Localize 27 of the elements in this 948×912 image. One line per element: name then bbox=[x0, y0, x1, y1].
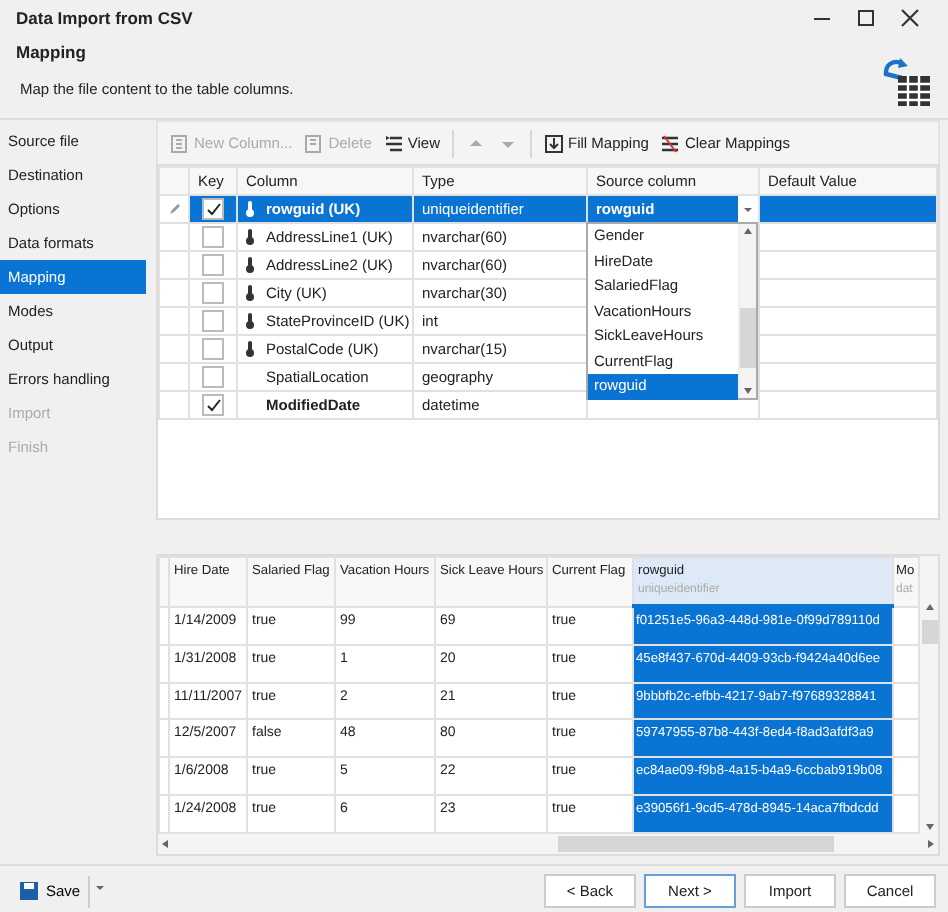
key-checkbox[interactable] bbox=[202, 198, 224, 221]
key-checkbox[interactable] bbox=[202, 310, 224, 333]
key-checkbox[interactable] bbox=[202, 338, 224, 361]
scroll-right-icon bbox=[922, 838, 938, 850]
scrollbar-thumb[interactable] bbox=[558, 836, 834, 852]
window-title: Data Import from CSV bbox=[16, 5, 195, 31]
new-column-icon bbox=[170, 133, 190, 153]
dropdown-button[interactable] bbox=[738, 197, 757, 221]
scrollbar-thumb[interactable] bbox=[740, 308, 756, 368]
key-checkbox[interactable] bbox=[202, 254, 224, 277]
scroll-up-icon bbox=[742, 224, 754, 240]
caret-icon bbox=[93, 882, 106, 895]
key-checkbox[interactable] bbox=[202, 394, 224, 417]
scroll-down-icon bbox=[923, 818, 935, 834]
scroll-left-icon bbox=[158, 838, 174, 850]
list-icon bbox=[383, 133, 404, 153]
clear-icon bbox=[660, 133, 681, 153]
key-checkbox[interactable] bbox=[202, 226, 224, 249]
delete-icon bbox=[304, 133, 325, 153]
scrollbar-thumb[interactable] bbox=[921, 620, 937, 644]
scroll-up-icon bbox=[923, 600, 935, 616]
key-checkbox[interactable] bbox=[202, 282, 224, 305]
page-title: Mapping bbox=[16, 40, 88, 66]
fill-icon bbox=[544, 133, 564, 153]
table-import-icon bbox=[880, 56, 932, 108]
scroll-down-icon bbox=[742, 382, 754, 398]
key-checkbox[interactable] bbox=[202, 366, 224, 389]
